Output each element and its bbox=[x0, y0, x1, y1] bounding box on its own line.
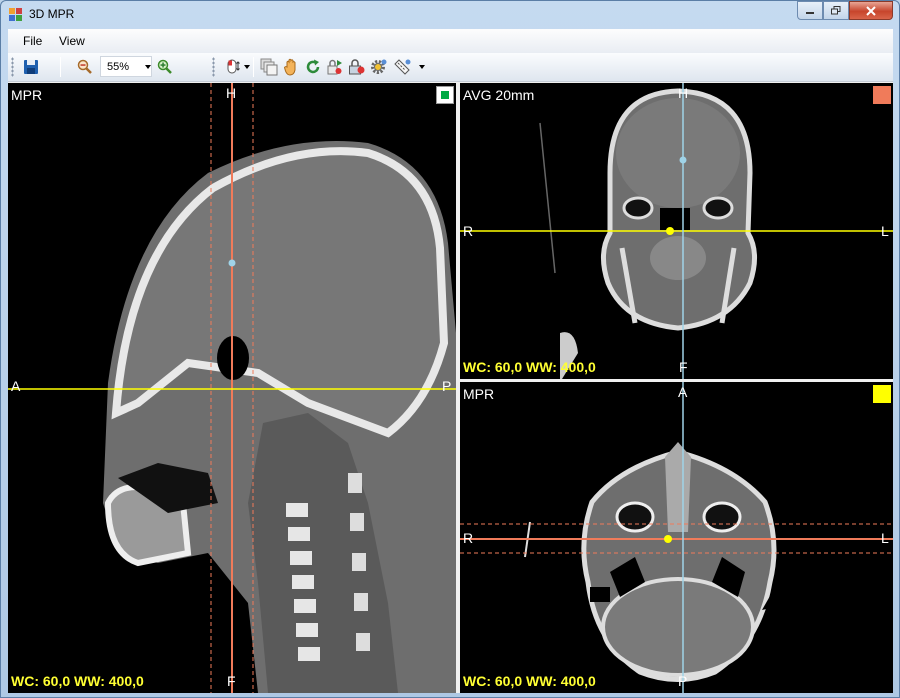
save-icon bbox=[24, 60, 38, 74]
orientation-bottom: F bbox=[679, 359, 688, 375]
toolbar: 55% bbox=[8, 53, 893, 82]
reset-icon bbox=[327, 59, 342, 75]
viewport-label: MPR bbox=[11, 87, 43, 103]
viewport-label: MPR bbox=[463, 386, 495, 402]
indicator-square bbox=[441, 91, 449, 99]
orientation-right: P bbox=[442, 378, 452, 394]
restore-icon bbox=[831, 6, 841, 15]
zoom-level-value: 55% bbox=[107, 60, 130, 73]
orientation-left: R bbox=[463, 530, 474, 546]
measure-chevron-icon[interactable] bbox=[419, 65, 425, 69]
toolbar-separator bbox=[253, 57, 254, 77]
orientation-right: L bbox=[881, 223, 889, 239]
stack-button[interactable] bbox=[258, 56, 280, 78]
menu-bar: File View bbox=[8, 29, 893, 53]
viewport-indicator[interactable] bbox=[873, 385, 891, 403]
save-button[interactable] bbox=[20, 56, 42, 78]
viewport-indicator[interactable] bbox=[436, 86, 454, 104]
zoom-in-button[interactable] bbox=[154, 56, 176, 78]
app-icon bbox=[9, 8, 22, 21]
menu-view[interactable]: View bbox=[59, 34, 85, 48]
window-title: 3D MPR bbox=[29, 7, 75, 21]
window-level-readout: WC: 60,0 WW: 400,0 bbox=[463, 359, 596, 375]
stack-icon bbox=[260, 58, 278, 76]
orientation-bottom: F bbox=[227, 673, 236, 689]
zoom-dropdown-chevron-icon[interactable] bbox=[145, 65, 151, 69]
window-level-readout: WC: 60,0 WW: 400,0 bbox=[11, 673, 144, 689]
viewport-indicator[interactable] bbox=[873, 86, 891, 104]
reset-view-button[interactable] bbox=[324, 56, 346, 78]
orientation-bottom: P bbox=[678, 673, 688, 689]
lock-button[interactable] bbox=[346, 56, 368, 78]
title-bar[interactable]: 3D MPR bbox=[1, 1, 899, 29]
sagittal-viewport[interactable]: MPR H F A P WC: 60,0 WW: 400,0 bbox=[8, 83, 456, 693]
minimize-button[interactable] bbox=[797, 1, 823, 20]
mouse-mode-chevron-icon[interactable] bbox=[244, 65, 250, 69]
rotate-button[interactable] bbox=[302, 56, 324, 78]
app-window: 3D MPR File View 55% MPR H F A P WC: 60,… bbox=[0, 0, 900, 698]
mouse-icon bbox=[227, 59, 240, 74]
maximize-button[interactable] bbox=[823, 1, 849, 20]
mouse-mode-button[interactable] bbox=[222, 56, 244, 78]
zoom-in-icon bbox=[157, 59, 172, 74]
client-area: File View 55% MPR H F A P WC: 60,0 WW: 4… bbox=[8, 29, 893, 693]
pan-button[interactable] bbox=[280, 56, 302, 78]
orientation-left: A bbox=[11, 378, 21, 394]
window-level-readout: WC: 60,0 WW: 400,0 bbox=[463, 673, 596, 689]
rotate-icon bbox=[306, 59, 320, 74]
orientation-right: L bbox=[881, 530, 889, 546]
window-controls bbox=[797, 1, 893, 21]
settings-button[interactable] bbox=[368, 56, 390, 78]
viewport-label: AVG 20mm bbox=[463, 87, 535, 103]
axial-viewport[interactable]: MPR A P R L WC: 60,0 WW: 400,0 bbox=[460, 382, 893, 693]
close-icon bbox=[866, 5, 876, 16]
toolbar-separator bbox=[60, 57, 61, 77]
ruler-icon bbox=[394, 59, 411, 75]
close-button[interactable] bbox=[849, 1, 893, 20]
measure-button[interactable] bbox=[391, 56, 413, 78]
orientation-top: A bbox=[678, 384, 688, 400]
zoom-out-icon bbox=[77, 59, 92, 74]
orientation-left: R bbox=[463, 223, 474, 239]
orientation-top: H bbox=[226, 85, 237, 101]
minimize-icon bbox=[806, 11, 814, 14]
toolbar-grip[interactable] bbox=[212, 57, 215, 77]
lock-icon bbox=[349, 59, 365, 75]
hand-icon bbox=[283, 58, 296, 76]
coronal-image bbox=[460, 83, 893, 379]
axial-image bbox=[460, 382, 893, 693]
sagittal-image bbox=[8, 83, 456, 693]
menu-file[interactable]: File bbox=[23, 34, 42, 48]
zoom-out-button[interactable] bbox=[74, 56, 96, 78]
orientation-top: H bbox=[678, 85, 689, 101]
toolbar-grip[interactable] bbox=[11, 57, 14, 77]
gear-icon bbox=[371, 59, 387, 74]
coronal-viewport[interactable]: AVG 20mm H F R L WC: 60,0 WW: 400,0 bbox=[460, 83, 893, 379]
